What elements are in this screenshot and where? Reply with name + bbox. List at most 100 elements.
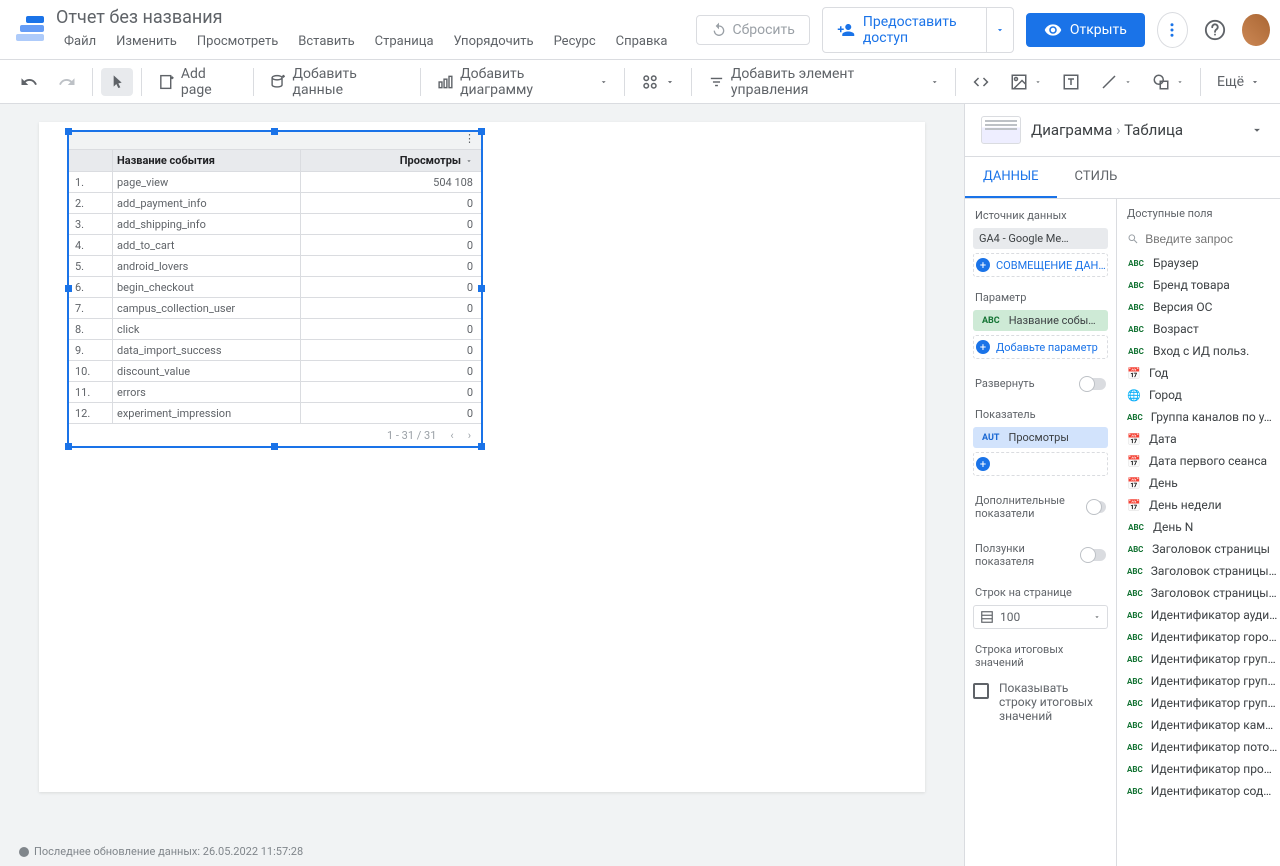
field-item[interactable]: ABCГруппа каналов по у… xyxy=(1117,406,1280,428)
drilldown-toggle[interactable] xyxy=(1080,378,1106,390)
more-options-button[interactable] xyxy=(1157,12,1188,48)
field-item[interactable]: 📅День xyxy=(1117,472,1280,494)
add-dimension-button[interactable]: +Добавьте параметр xyxy=(973,335,1108,359)
embed-button[interactable] xyxy=(964,67,998,97)
blend-data-button[interactable]: +СОВМЕЩЕНИЕ ДАН… xyxy=(973,253,1108,277)
menu-insert[interactable]: Вставить xyxy=(290,30,362,53)
chart-type-thumb[interactable] xyxy=(981,116,1021,144)
table-header-name[interactable]: Название события xyxy=(113,150,301,171)
table-chart[interactable]: ⋮ Название события Просмотры 1.page_view… xyxy=(67,130,483,448)
status-bar: Последнее обновление данных: 26.05.2022 … xyxy=(18,845,303,858)
field-item[interactable]: ABCЗаголовок страницы… xyxy=(1117,582,1280,604)
dimension-chip[interactable]: ABCНазвание собы… xyxy=(973,310,1108,331)
field-item[interactable]: ABCИдентификатор груп… xyxy=(1117,670,1280,692)
table-row[interactable]: 9.data_import_success0 xyxy=(69,340,481,361)
table-row[interactable]: 7.campus_collection_user0 xyxy=(69,298,481,319)
data-source-chip[interactable]: GA4 - Google Me… xyxy=(973,228,1108,249)
menu-edit[interactable]: Изменить xyxy=(108,30,185,53)
page-prev[interactable]: ‹ xyxy=(450,429,453,442)
redo-button[interactable] xyxy=(50,67,84,97)
table-row[interactable]: 6.begin_checkout0 xyxy=(69,277,481,298)
field-item[interactable]: 📅Дата первого сеанса xyxy=(1117,450,1280,472)
menu-file[interactable]: Файл xyxy=(56,30,104,53)
tab-data[interactable]: ДАННЫЕ xyxy=(965,157,1057,198)
menu-page[interactable]: Страница xyxy=(367,30,442,53)
add-page-button[interactable]: Add page xyxy=(150,60,245,104)
chevron-down-icon[interactable] xyxy=(1250,123,1264,137)
table-row[interactable]: 11.errors0 xyxy=(69,382,481,403)
table-row[interactable]: 12.experiment_impression0 xyxy=(69,403,481,424)
table-row[interactable]: 1.page_view504 108 xyxy=(69,172,481,193)
user-avatar[interactable] xyxy=(1242,14,1269,46)
add-metric-button[interactable]: + xyxy=(973,452,1108,476)
summary-checkbox[interactable] xyxy=(973,683,989,699)
field-item[interactable]: 🌐Город xyxy=(1117,384,1280,406)
menu-resource[interactable]: Ресурс xyxy=(546,30,604,53)
menu-view[interactable]: Просмотреть xyxy=(189,30,286,53)
field-item[interactable]: 📅Дата xyxy=(1117,428,1280,450)
table-row[interactable]: 10.discount_value0 xyxy=(69,361,481,382)
toolbar-more[interactable]: Ещё xyxy=(1209,68,1268,96)
person-add-icon xyxy=(837,21,855,39)
add-chart-button[interactable]: Добавить диаграмму xyxy=(429,60,616,104)
menu-help[interactable]: Справка xyxy=(608,30,676,53)
report-page[interactable]: ⋮ Название события Просмотры 1.page_view… xyxy=(39,122,925,792)
image-button[interactable] xyxy=(1002,67,1050,97)
open-button[interactable]: Открыть xyxy=(1026,13,1145,47)
sidebar: Диаграмма › Таблица ДАННЫЕ СТИЛЬ Источни… xyxy=(964,104,1280,866)
metric-chip[interactable]: AUTПросмотры xyxy=(973,427,1108,448)
table-row[interactable]: 8.click0 xyxy=(69,319,481,340)
field-item[interactable]: 📅День недели xyxy=(1117,494,1280,516)
field-item[interactable]: ABCВозраст xyxy=(1117,318,1280,340)
metric-sliders-toggle[interactable] xyxy=(1081,549,1106,561)
field-item[interactable]: ABCЗаголовок страницы… xyxy=(1117,560,1280,582)
field-item[interactable]: ABCВход с ИД польз. xyxy=(1117,340,1280,362)
menubar: Файл Изменить Просмотреть Вставить Стран… xyxy=(56,30,676,53)
chevron-down-icon xyxy=(1176,78,1184,86)
field-item[interactable]: ABCЗаголовок страницы xyxy=(1117,538,1280,560)
page-add-icon xyxy=(158,73,175,91)
share-button[interactable]: Предоставить доступ xyxy=(823,8,986,52)
field-item[interactable]: ABCИдентификатор груп… xyxy=(1117,648,1280,670)
canvas[interactable]: ⋮ Название события Просмотры 1.page_view… xyxy=(0,104,964,866)
table-row[interactable]: 5.android_lovers0 xyxy=(69,256,481,277)
optional-metrics-toggle[interactable] xyxy=(1087,501,1106,513)
text-button[interactable] xyxy=(1054,67,1088,97)
field-item[interactable]: ABCИдентификатор горо… xyxy=(1117,626,1280,648)
table-row[interactable]: 3.add_shipping_info0 xyxy=(69,214,481,235)
help-button[interactable] xyxy=(1200,12,1231,48)
field-item[interactable]: ABCИдентификатор пото… xyxy=(1117,736,1280,758)
field-item[interactable]: ABCДень N xyxy=(1117,516,1280,538)
field-item[interactable]: ABCБренд товара xyxy=(1117,274,1280,296)
menu-arrange[interactable]: Упорядочить xyxy=(446,30,542,53)
field-item[interactable]: ABCИдентификатор сод… xyxy=(1117,780,1280,802)
line-button[interactable] xyxy=(1092,67,1140,97)
field-search-input[interactable] xyxy=(1145,232,1270,246)
field-item[interactable]: ABCИдентификатор ауди… xyxy=(1117,604,1280,626)
field-item[interactable]: ABCИдентификатор кам… xyxy=(1117,714,1280,736)
more-vert-icon[interactable]: ⋮ xyxy=(464,132,475,149)
document-title[interactable]: Отчет без названия xyxy=(56,7,676,28)
data-add-icon xyxy=(270,73,287,91)
field-item[interactable]: 📅Год xyxy=(1117,362,1280,384)
selection-tool[interactable] xyxy=(101,68,133,96)
field-item[interactable]: ABCИдентификатор про… xyxy=(1117,758,1280,780)
add-data-button[interactable]: Добавить данные xyxy=(262,60,413,104)
reset-button[interactable]: Сбросить xyxy=(696,15,810,45)
add-control-button[interactable]: Добавить элемент управления xyxy=(700,60,947,104)
page-next[interactable]: › xyxy=(468,429,471,442)
rows-per-page-select[interactable]: 100 xyxy=(973,605,1108,629)
component-button[interactable] xyxy=(633,67,683,97)
undo-button[interactable] xyxy=(12,67,46,97)
field-item[interactable]: ABCБраузер xyxy=(1117,252,1280,274)
share-dropdown[interactable] xyxy=(986,8,1013,52)
field-item[interactable]: ABCИдентификатор груп… xyxy=(1117,692,1280,714)
field-item[interactable]: ABCВерсия ОС xyxy=(1117,296,1280,318)
tab-style[interactable]: СТИЛЬ xyxy=(1057,157,1136,198)
table-header-views[interactable]: Просмотры xyxy=(301,150,481,171)
table-row[interactable]: 4.add_to_cart0 xyxy=(69,235,481,256)
shape-button[interactable] xyxy=(1144,67,1192,97)
table-icon xyxy=(980,610,994,624)
table-row[interactable]: 2.add_payment_info0 xyxy=(69,193,481,214)
breadcrumb-chart[interactable]: Диаграмма xyxy=(1031,121,1112,139)
